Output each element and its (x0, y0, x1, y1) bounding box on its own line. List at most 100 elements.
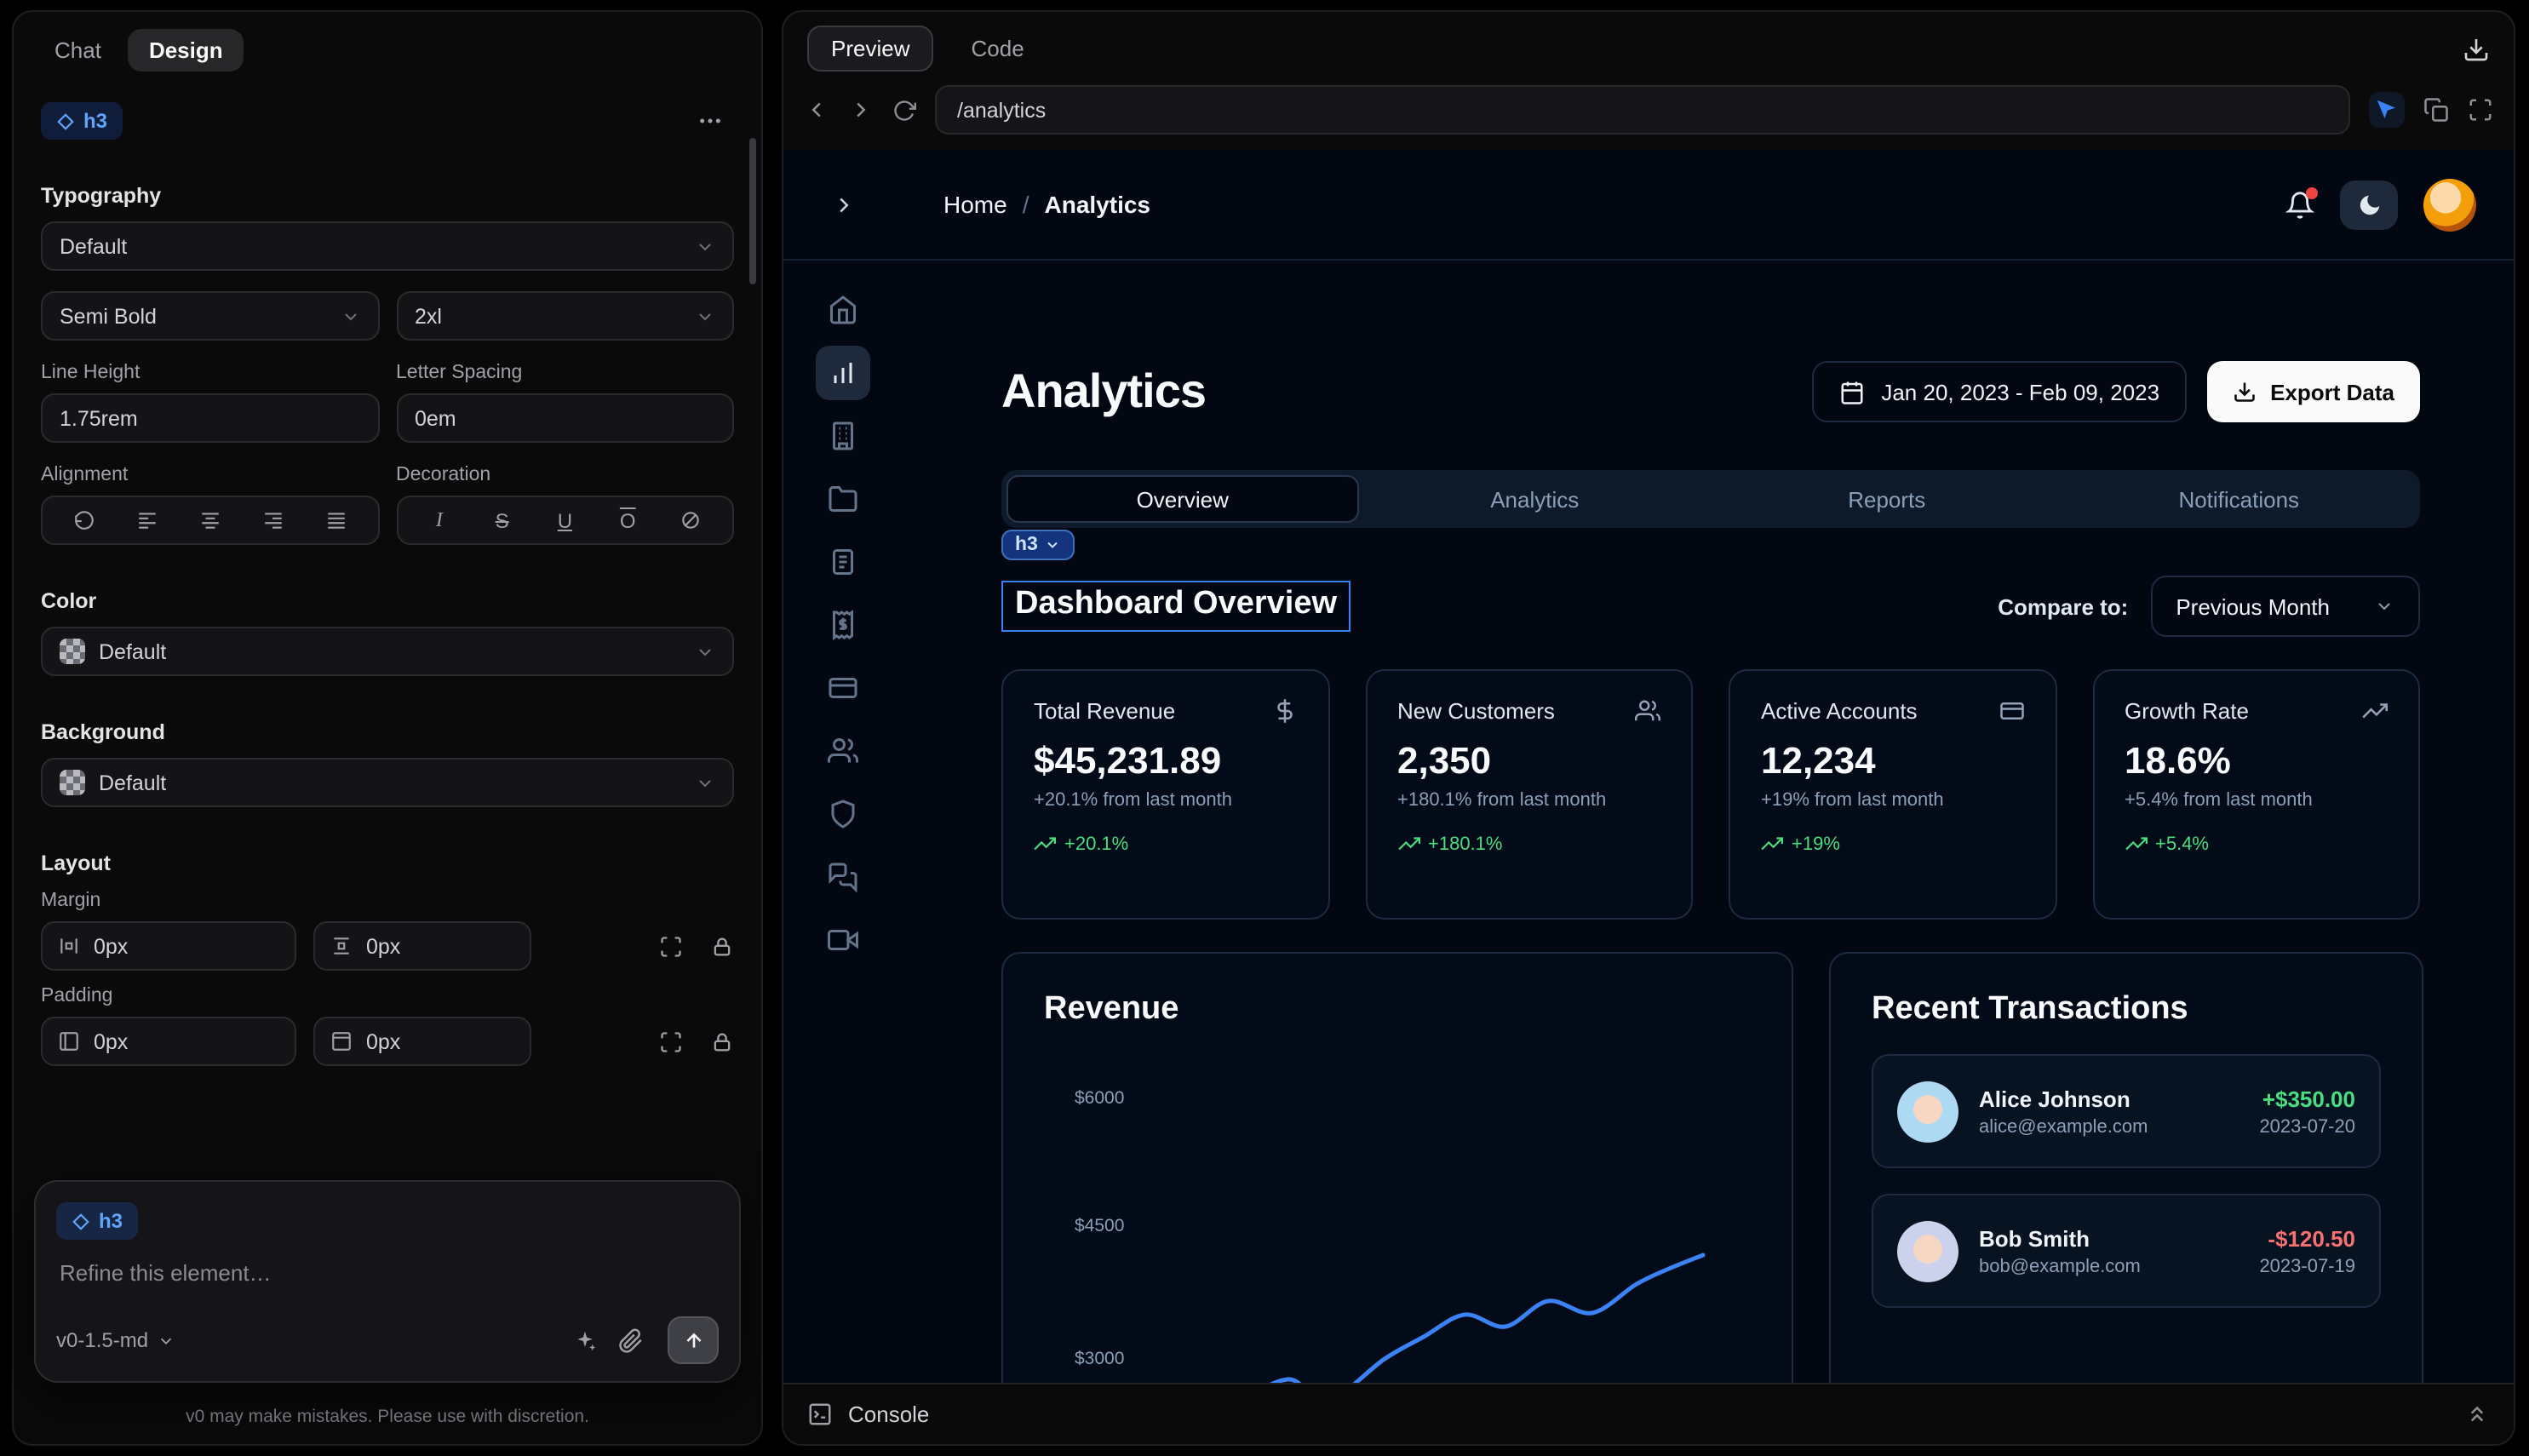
margin-expand-icon[interactable] (659, 934, 683, 958)
send-button[interactable] (668, 1316, 719, 1364)
color-select[interactable]: Default (41, 627, 734, 676)
back-icon[interactable] (804, 97, 829, 123)
background-section-label: Background (41, 720, 734, 744)
attachment-paperclip-icon[interactable] (618, 1327, 644, 1353)
sidebar-video-icon[interactable] (828, 925, 858, 955)
inspect-cursor-icon[interactable] (2369, 92, 2405, 128)
chevron-down-icon (1045, 536, 1062, 553)
align-right-icon[interactable] (254, 502, 291, 539)
typography-section-label: Typography (41, 184, 734, 208)
clear-formatting-icon[interactable] (672, 502, 709, 539)
chevrons-up-icon[interactable] (2464, 1402, 2490, 1427)
italic-icon[interactable]: I (421, 502, 458, 539)
font-size-select[interactable]: 2xl (396, 291, 734, 341)
date-range-picker[interactable]: Jan 20, 2023 - Feb 09, 2023 (1811, 361, 2187, 422)
sidebar-messages-icon[interactable] (828, 862, 858, 892)
padding-label: Padding (41, 986, 734, 1006)
composer-input[interactable]: Refine this element… (60, 1260, 715, 1286)
padding-y-icon (330, 1030, 353, 1052)
sidebar-building-icon[interactable] (828, 421, 858, 451)
sparkles-icon[interactable] (572, 1327, 598, 1353)
margin-lock-icon[interactable] (710, 934, 734, 958)
refresh-icon[interactable] (892, 98, 916, 122)
tab-reports[interactable]: Reports (1711, 475, 2063, 523)
fullscreen-icon[interactable] (2468, 97, 2493, 123)
letter-spacing-label: Letter Spacing (396, 363, 734, 383)
align-justify-icon[interactable] (317, 502, 354, 539)
forward-icon[interactable] (848, 97, 874, 123)
more-options-icon[interactable] (686, 104, 734, 138)
transaction-row[interactable]: Alice Johnson alice@example.com +$350.00… (1872, 1054, 2381, 1168)
sidebar-receipt-icon[interactable] (828, 610, 858, 640)
decoration-button-group: I S U O (396, 496, 734, 545)
chevron-down-icon (695, 772, 715, 793)
margin-y-input[interactable]: 0px (313, 921, 531, 971)
tab-analytics[interactable]: Analytics (1359, 475, 1712, 523)
margin-x-icon (58, 935, 80, 957)
trending-up-icon (1034, 833, 1056, 855)
padding-x-icon (58, 1030, 80, 1052)
font-family-select[interactable]: Default (41, 221, 734, 271)
tab-notifications[interactable]: Notifications (2063, 475, 2416, 523)
padding-x-input[interactable]: 0px (41, 1017, 296, 1066)
sidebar-notebook-icon[interactable] (828, 547, 858, 577)
selected-element-chip[interactable]: h3 (41, 102, 123, 140)
font-weight-select[interactable]: Semi Bold (41, 291, 379, 341)
sidebar-credit-card-icon[interactable] (828, 673, 858, 703)
recent-transactions-card: Recent Transactions Alice Johnson alice@… (1829, 952, 2423, 1383)
sidebar-home-icon[interactable] (828, 295, 858, 325)
margin-y-icon (330, 935, 353, 957)
padding-y-input[interactable]: 0px (313, 1017, 531, 1066)
alignment-button-group (41, 496, 379, 545)
chevron-down-icon (157, 1331, 175, 1350)
diamond-icon (56, 112, 75, 130)
notifications-bell-icon[interactable] (2285, 190, 2314, 219)
panel-scrollbar[interactable] (749, 138, 756, 284)
tab-overview[interactable]: Overview (1006, 475, 1359, 523)
compare-select[interactable]: Previous Month (2150, 576, 2420, 637)
panel-tabs: Chat Design (14, 12, 761, 72)
tab-preview[interactable]: Preview (807, 26, 934, 72)
composer-element-chip[interactable]: h3 (56, 1202, 138, 1240)
copy-window-icon[interactable] (2423, 97, 2449, 123)
sidebar-folder-icon[interactable] (828, 484, 858, 514)
console-bar[interactable]: Console (783, 1383, 2514, 1444)
padding-expand-icon[interactable] (659, 1029, 683, 1053)
sidebar-shield-icon[interactable] (828, 799, 858, 829)
dashboard-tablist: Overview Analytics Reports Notifications (1001, 470, 2420, 528)
page-title: Analytics (1001, 364, 1206, 419)
theme-toggle-moon-icon[interactable] (2340, 180, 2398, 229)
export-data-button[interactable]: Export Data (2207, 361, 2420, 422)
selection-chip[interactable]: h3 (1001, 530, 1075, 560)
breadcrumb-home[interactable]: Home (943, 191, 1007, 218)
download-icon[interactable] (2463, 35, 2490, 62)
model-select[interactable]: v0-1.5-md (56, 1328, 175, 1352)
terminal-icon (807, 1402, 833, 1427)
transaction-row[interactable]: Bob Smith bob@example.com -$120.50 2023-… (1872, 1194, 2381, 1308)
calendar-icon (1838, 379, 1864, 404)
letter-spacing-input[interactable]: 0em (396, 393, 734, 443)
margin-x-input[interactable]: 0px (41, 921, 296, 971)
tab-design[interactable]: Design (129, 29, 244, 72)
overline-icon[interactable]: O (609, 502, 646, 539)
background-select[interactable]: Default (41, 758, 734, 807)
padding-lock-icon[interactable] (710, 1029, 734, 1053)
tab-chat[interactable]: Chat (34, 29, 122, 72)
layout-section-label: Layout (41, 851, 734, 875)
sidebar-toggle-icon[interactable] (821, 192, 865, 217)
selected-heading[interactable]: Dashboard Overview (1001, 581, 1351, 632)
underline-icon[interactable]: U (546, 502, 583, 539)
address-bar[interactable]: /analytics (935, 85, 2350, 135)
align-left-icon[interactable] (129, 502, 166, 539)
strikethrough-icon[interactable]: S (484, 502, 521, 539)
align-center-icon[interactable] (191, 502, 228, 539)
preview-viewport: Home / Analytics (783, 150, 2514, 1383)
sidebar-users-icon[interactable] (828, 736, 858, 766)
color-swatch-icon (60, 639, 85, 664)
stat-cards: Total Revenue $45,231.89 +20.1% from las… (1001, 669, 2420, 920)
tab-code[interactable]: Code (948, 26, 1048, 72)
user-avatar[interactable] (2423, 178, 2476, 231)
reset-alignment-icon[interactable] (66, 502, 103, 539)
line-height-input[interactable]: 1.75rem (41, 393, 379, 443)
sidebar-analytics-icon[interactable] (816, 346, 870, 400)
